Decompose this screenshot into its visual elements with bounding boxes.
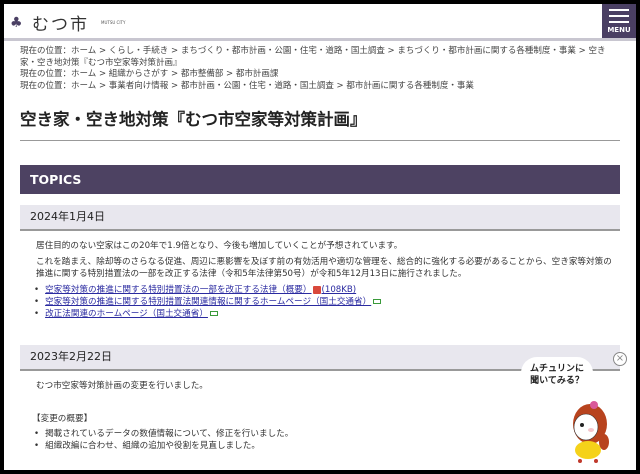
mascot-character-icon[interactable] xyxy=(564,394,612,464)
mlit-info-link[interactable]: 空家等対策の推進に関する特別措置法関連情報に関するホームページ（国土交通省） xyxy=(45,297,371,307)
chatbot-bubble[interactable]: ムチュリンに 聞いてみる？ xyxy=(521,357,593,393)
breadcrumb-link[interactable]: くらし・手続き xyxy=(109,46,169,56)
chatbot-line1: ムチュリンに xyxy=(529,364,584,374)
list-item: 掲載されているデータの数値情報について、修正を行いました。 xyxy=(36,428,616,440)
page-title: 空き家・空き地対策『むつ市空家等対策計画』 xyxy=(20,106,620,141)
breadcrumb-separator: > xyxy=(168,80,181,91)
chatbot-close-button[interactable]: × xyxy=(613,352,627,366)
topics-header: TOPICS xyxy=(20,165,620,194)
external-link-icon xyxy=(209,311,218,316)
menu-label: MENU xyxy=(607,26,631,34)
breadcrumb-separator: > xyxy=(575,46,589,56)
breadcrumb-link[interactable]: 組織からさがす xyxy=(109,69,169,79)
breadcrumb-separator: > xyxy=(96,69,109,79)
summary-label: 【変更の概要】 xyxy=(32,414,93,424)
breadcrumb-prefix: 現在の位置： xyxy=(20,69,72,79)
breadcrumb-separator: > xyxy=(168,46,181,56)
breadcrumb-link[interactable]: 都市計画課 xyxy=(236,69,279,79)
law-summary-pdf-link[interactable]: 空家等対策の推進に関する特別措置法の一部を改正する法律（概要） xyxy=(45,285,311,295)
breadcrumb-prefix: 現在の位置： xyxy=(20,46,72,56)
site-logo[interactable]: ♣ むつ市 MUTSU CITY xyxy=(10,10,126,36)
mlit-amendment-link[interactable]: 改正法関連のホームページ（国土交通省） xyxy=(45,309,208,319)
chatbot-line2: 聞いてみる？ xyxy=(530,376,584,386)
breadcrumb-separator: > xyxy=(96,80,109,91)
pdf-icon xyxy=(312,285,321,294)
breadcrumb: 現在の位置：ホーム > 組織からさがす > 都市整備部 > 都市計画課 xyxy=(20,69,620,81)
city-emblem-icon: ♣ xyxy=(10,14,23,31)
breadcrumb-separator: > xyxy=(168,69,181,79)
breadcrumb-link[interactable]: 都市整備部 xyxy=(181,69,224,79)
breadcrumb-link[interactable]: ホーム xyxy=(71,81,96,91)
external-link-icon xyxy=(373,299,382,304)
topic-paragraph: 居住目的のない空家はこの20年で1.9倍となり、今後も増加していくことが予想され… xyxy=(36,241,403,251)
link-list: 空家等対策の推進に関する特別措置法の一部を改正する法律（概要） (108KB) 空… xyxy=(36,284,616,320)
breadcrumb: 現在の位置：ホーム > 事業者向け情報 > 都市計画・公園・住宅・道路・国土調査… xyxy=(20,81,620,93)
breadcrumb-link[interactable]: 事業者向け情報 xyxy=(109,81,169,91)
change-list: 掲載されているデータの数値情報について、修正を行いました。 組織改編に合わせ、組… xyxy=(36,428,616,452)
breadcrumb-separator: > xyxy=(223,69,236,79)
breadcrumb-link[interactable]: 都市計画・公園・住宅・道路・国土調査 xyxy=(181,81,334,91)
list-item: 空家等対策の推進に関する特別措置法の一部を改正する法律（概要） (108KB) xyxy=(36,284,616,296)
site-header: ♣ むつ市 MUTSU CITY MENU xyxy=(4,4,636,41)
breadcrumb-separator: > xyxy=(96,46,109,56)
breadcrumbs: 現在の位置：ホーム > くらし・手続き > まちづくり・都市計画・公園・住宅・道… xyxy=(20,46,620,92)
page: ♣ むつ市 MUTSU CITY MENU 現在の位置：ホーム > くらし・手続… xyxy=(4,4,636,470)
list-item: 空家等対策の推進に関する特別措置法関連情報に関するホームページ（国土交通省） xyxy=(36,296,616,308)
breadcrumb-link[interactable]: まちづくり・都市計画・公園・住宅・道路・国土調査 xyxy=(181,46,385,56)
file-size[interactable]: (108KB) xyxy=(322,285,357,295)
logo-subtext: MUTSU CITY xyxy=(101,20,126,25)
topic-date: 2024年1月4日 xyxy=(20,205,620,231)
hamburger-icon xyxy=(609,9,629,23)
breadcrumb-prefix: 現在の位置： xyxy=(20,80,72,91)
breadcrumb-link[interactable]: ホーム xyxy=(71,69,96,79)
list-item: 改正法関連のホームページ（国土交通省） xyxy=(36,308,616,320)
breadcrumb-link[interactable]: 都市計画に関する各種制度・事業 xyxy=(346,81,474,91)
breadcrumb-separator: > xyxy=(333,80,347,91)
breadcrumb: 現在の位置：ホーム > くらし・手続き > まちづくり・都市計画・公園・住宅・道… xyxy=(20,46,620,69)
logo-text: むつ市 xyxy=(32,15,89,35)
menu-button[interactable]: MENU xyxy=(602,4,636,38)
topic-body: 居住目的のない空家はこの20年で1.9倍となり、今後も増加していくことが予想され… xyxy=(36,240,616,320)
list-item: 組織改編に合わせ、組織の追加や役割を見直しました。 xyxy=(36,440,616,452)
topic-paragraph: これを踏まえ、除却等のさらなる促進、周辺に悪影響を及ぼす前の有効活用や適切な管理… xyxy=(36,257,612,279)
breadcrumb-separator: > xyxy=(384,46,398,56)
breadcrumb-link[interactable]: まちづくり・都市計画に関する各種制度・事業 xyxy=(397,46,576,56)
breadcrumb-link[interactable]: ホーム xyxy=(71,46,96,56)
